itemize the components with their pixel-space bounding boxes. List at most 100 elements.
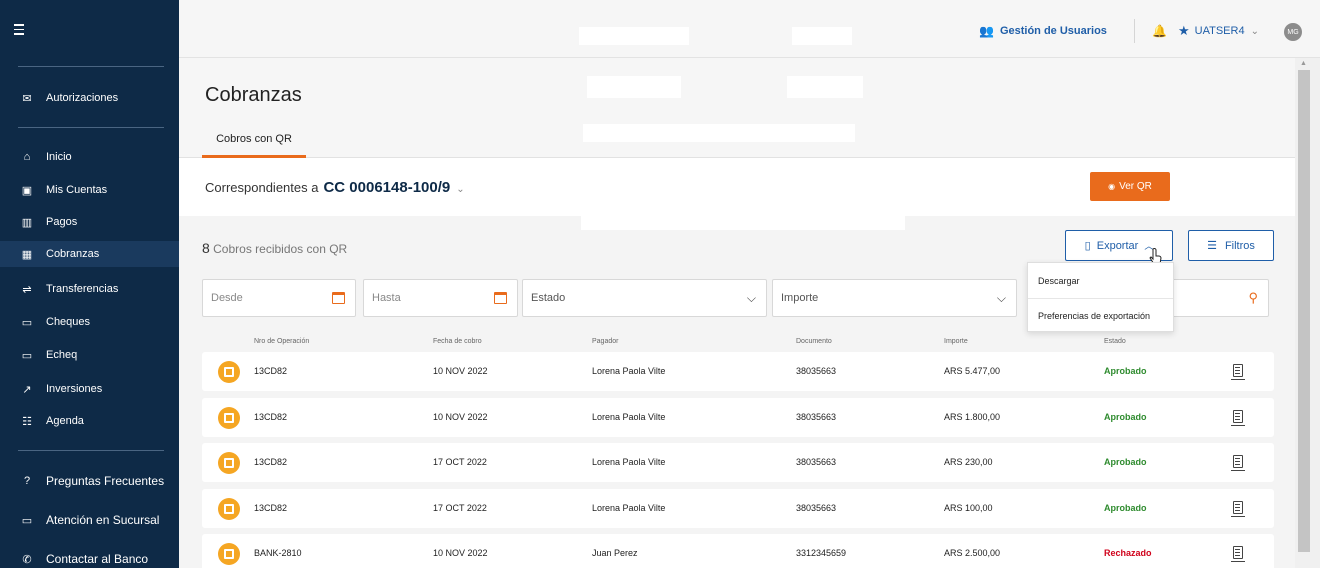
page-title: Cobranzas: [205, 84, 302, 106]
sidebar-item-agenda[interactable]: ☷ Agenda: [0, 408, 179, 434]
export-dropdown-menu: Descargar Preferencias de exportación: [1027, 262, 1174, 332]
eye-icon: ◉: [1108, 182, 1116, 191]
chat-icon: ✆: [22, 553, 32, 566]
sidebar-item-label: Contactar al Banco: [46, 552, 149, 566]
sidebar-item-label: Cheques: [46, 316, 91, 328]
gestion-usuarios-link[interactable]: 👥 Gestión de Usuarios: [979, 24, 1107, 38]
results-count: 8 Cobros recibidos con QR: [202, 240, 347, 256]
status-badge: Aprobado: [1104, 503, 1147, 513]
table-row[interactable]: 13CD82 17 OCT 2022 Lorena Paola Vilte 38…: [202, 489, 1274, 528]
cell-importe: ARS 2.500,00: [944, 548, 1001, 558]
receipt-icon[interactable]: [1231, 455, 1245, 471]
ver-qr-button[interactable]: ◉ Ver QR: [1090, 172, 1170, 201]
sidebar-item-preguntas[interactable]: ? Preguntas Frecuentes: [0, 468, 179, 494]
receipt-icon[interactable]: [1231, 410, 1245, 426]
scroll-up-icon[interactable]: ▲: [1300, 60, 1307, 67]
cell-importe: ARS 1.800,00: [944, 412, 1001, 422]
cell-pagador: Lorena Paola Vilte: [592, 412, 666, 422]
receipt-icon[interactable]: [1231, 364, 1245, 380]
importe-select[interactable]: Importe ⌵: [772, 279, 1017, 317]
sidebar-item-label: Echeq: [46, 349, 78, 361]
cell-fecha: 10 NOV 2022: [433, 548, 488, 558]
sidebar-item-mis-cuentas[interactable]: ▣ Mis Cuentas: [0, 177, 179, 203]
top-bar: 👥 Gestión de Usuarios 🔔 ★ UATSER4 ⌄ MG: [179, 0, 1320, 58]
sidebar-item-inicio[interactable]: ⌂ Inicio: [0, 144, 179, 170]
users-icon: 👥: [979, 24, 994, 38]
star-icon: ★: [1178, 23, 1190, 38]
table-row[interactable]: 13CD82 17 OCT 2022 Lorena Paola Vilte 38…: [202, 443, 1274, 482]
sidebar-item-pagos[interactable]: ▥ Pagos: [0, 209, 179, 235]
sidebar-item-cheques[interactable]: ▭ Cheques: [0, 309, 179, 335]
sidebar-item-atencion-sucursal[interactable]: ▭ Atención en Sucursal: [0, 507, 179, 533]
desde-date-field[interactable]: Desde: [202, 279, 356, 317]
calendar-icon[interactable]: [332, 292, 345, 304]
sidebar-item-autorizaciones[interactable]: ✉ Autorizaciones: [0, 85, 179, 111]
account-selector-row: Correspondientes a CC 0006148-100/9 ⌄ ◉ …: [179, 158, 1295, 216]
sidebar-item-echeq[interactable]: ▭ Echeq: [0, 342, 179, 368]
account-prefix: Correspondientes a: [205, 180, 319, 195]
sidebar-item-label: Mis Cuentas: [46, 184, 108, 196]
sidebar-item-contactar[interactable]: ✆ Contactar al Banco: [0, 546, 179, 568]
chevron-down-icon: ⌵: [746, 290, 756, 305]
redacted-area: [583, 124, 855, 142]
cell-fecha: 17 OCT 2022: [433, 457, 487, 467]
cell-documento: 38035663: [796, 366, 837, 376]
chevron-down-icon: ⌄: [1250, 25, 1259, 37]
cell-operacion: 13CD82: [254, 412, 288, 422]
receipt-icon[interactable]: [1231, 546, 1245, 562]
sidebar-item-label: Autorizaciones: [46, 92, 119, 104]
cell-fecha: 17 OCT 2022: [433, 503, 487, 513]
cell-documento: 3312345659: [796, 548, 847, 558]
envelope-icon: ✉: [22, 92, 32, 105]
cell-operacion: 13CD82: [254, 366, 288, 376]
hamburger-menu-icon[interactable]: [14, 24, 28, 38]
echeq-icon: ▭: [21, 349, 33, 362]
qr-icon: [218, 543, 240, 565]
sidebar-item-transferencias[interactable]: ⇌ Transferencias: [0, 276, 179, 302]
account-selector[interactable]: Correspondientes a CC 0006148-100/9 ⌄: [205, 179, 465, 196]
hasta-date-field[interactable]: Hasta: [363, 279, 518, 317]
divider: [1134, 19, 1135, 43]
column-header-estado: Estado: [1104, 338, 1126, 345]
document-icon: ▯: [1084, 240, 1091, 252]
status-badge: Aprobado: [1104, 457, 1147, 467]
user-menu[interactable]: ★ UATSER4 ⌄: [1178, 23, 1259, 39]
sidebar-item-cobranzas[interactable]: ▦ Cobranzas: [0, 241, 179, 267]
column-header-importe: Importe: [944, 338, 968, 345]
user-name: UATSER4: [1194, 25, 1245, 37]
filtros-button[interactable]: ☰ Filtros: [1188, 230, 1274, 261]
status-badge: Aprobado: [1104, 366, 1147, 376]
cell-fecha: 10 NOV 2022: [433, 366, 488, 376]
tab-cobros-con-qr[interactable]: Cobros con QR: [202, 125, 306, 158]
calendar-icon[interactable]: [494, 292, 507, 304]
redacted-area: [792, 27, 852, 45]
cell-pagador: Lorena Paola Vilte: [592, 457, 666, 467]
cell-operacion: 13CD82: [254, 457, 288, 467]
estado-select[interactable]: Estado ⌵: [522, 279, 767, 317]
sidebar-item-inversiones[interactable]: ↗ Inversiones: [0, 376, 179, 402]
table-row[interactable]: 13CD82 10 NOV 2022 Lorena Paola Vilte 38…: [202, 352, 1274, 391]
scrollbar-thumb[interactable]: [1298, 70, 1310, 552]
contacts-icon: ☷: [22, 415, 32, 428]
sidebar-item-label: Inversiones: [46, 383, 103, 395]
sidebar-item-label: Atención en Sucursal: [46, 513, 160, 527]
redacted-area: [787, 76, 863, 98]
main-content: 8 Cobros recibidos con QR ▯ Exportar ︿ ☰…: [179, 216, 1295, 568]
vertical-scrollbar[interactable]: ▲: [1295, 58, 1320, 568]
qr-icon: [218, 498, 240, 520]
results-count-number: 8: [202, 240, 210, 256]
cell-operacion: BANK-2810: [254, 548, 302, 558]
menu-item-preferencias[interactable]: Preferencias de exportación: [1028, 298, 1173, 333]
search-icon[interactable]: ⚲: [1248, 290, 1258, 306]
avatar[interactable]: MG: [1284, 23, 1302, 41]
table-row[interactable]: 13CD82 10 NOV 2022 Lorena Paola Vilte 38…: [202, 398, 1274, 437]
cell-importe: ARS 5.477,00: [944, 366, 1001, 376]
bell-icon[interactable]: 🔔: [1152, 24, 1167, 38]
menu-item-descargar[interactable]: Descargar: [1028, 263, 1173, 298]
cell-operacion: 13CD82: [254, 503, 288, 513]
receipt-icon[interactable]: [1231, 501, 1245, 517]
status-badge: Aprobado: [1104, 412, 1147, 422]
qr-icon: [218, 452, 240, 474]
sliders-icon: ☰: [1207, 240, 1217, 252]
table-row[interactable]: BANK-2810 10 NOV 2022 Juan Perez 3312345…: [202, 534, 1274, 568]
